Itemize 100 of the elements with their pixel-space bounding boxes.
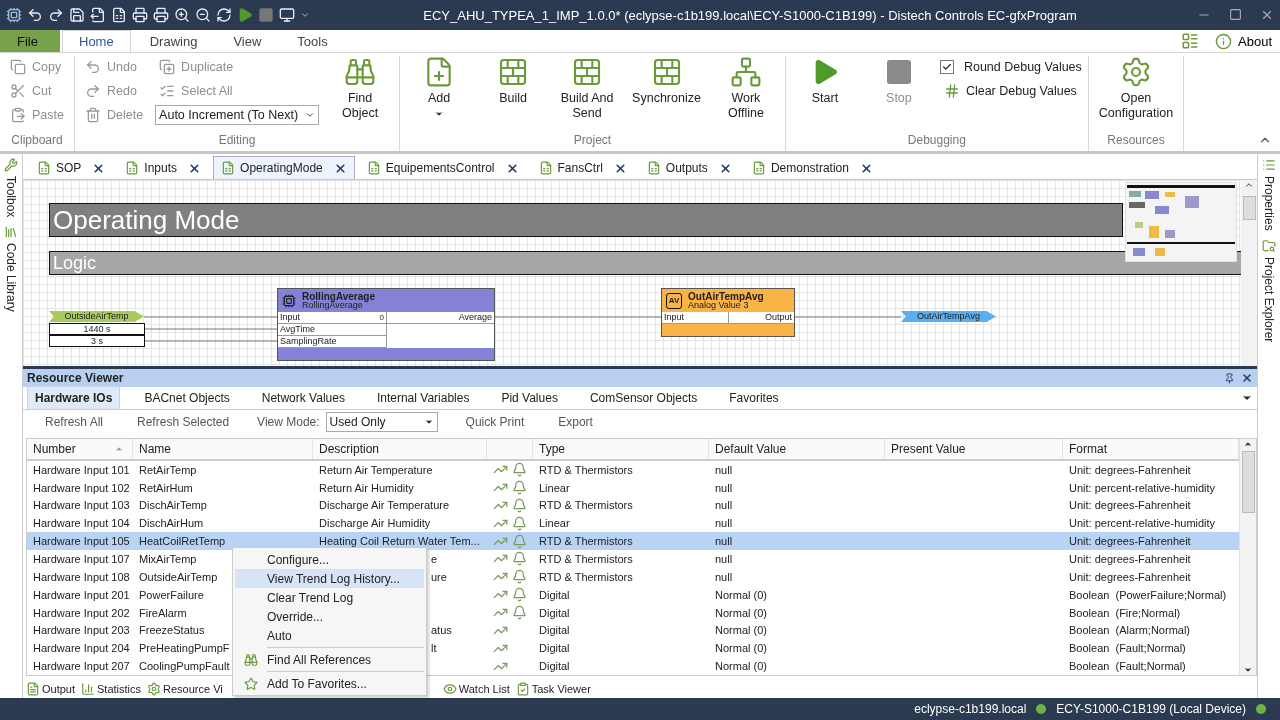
scroll-up-icon[interactable]: [1244, 180, 1254, 190]
close-icon[interactable]: [718, 161, 732, 175]
bell-icon[interactable]: [512, 551, 527, 567]
ribbon-button[interactable]: Build And Send: [554, 56, 621, 121]
scrollbar-thumb[interactable]: [1242, 196, 1256, 220]
column-header[interactable]: Description: [313, 439, 487, 459]
ribbon-button[interactable]: Build: [480, 56, 547, 106]
viewer-tab[interactable]: ComSensor Objects: [581, 386, 706, 409]
wrench-icon: [4, 158, 18, 172]
menu-item[interactable]: View Trend Log History...: [235, 569, 424, 588]
document-icon: [538, 161, 553, 175]
file-icon[interactable]: [111, 7, 127, 23]
bell-icon[interactable]: [512, 462, 527, 478]
ribbon-tab[interactable]: View: [216, 30, 279, 52]
panel-tab[interactable]: Statistics: [81, 682, 142, 696]
column-header[interactable]: Number: [27, 439, 133, 459]
panel-title: Resource Viewer: [27, 371, 125, 385]
undo-icon[interactable]: [27, 7, 43, 23]
table-cell-text: DischAirHum: [138, 517, 205, 530]
panel-tab[interactable]: Watch List: [442, 682, 510, 696]
column-header[interactable]: Type: [533, 439, 709, 459]
save-icon[interactable]: [69, 7, 85, 23]
bell-icon[interactable]: [512, 480, 527, 496]
viewer-tab[interactable]: Internal Variables: [368, 386, 478, 409]
bell-icon[interactable]: [512, 515, 527, 531]
table-cell-text: Hardware Input 204: [32, 642, 131, 655]
bell-icon[interactable]: [512, 569, 527, 585]
viewer-tab[interactable]: Favorites: [721, 386, 787, 409]
about-button[interactable]: About: [1207, 30, 1280, 52]
checkbox[interactable]: [939, 60, 954, 74]
pin-icon[interactable]: [1224, 372, 1235, 384]
ribbon-button[interactable]: Add: [406, 56, 473, 119]
bell-icon[interactable]: [512, 587, 527, 603]
column-header[interactable]: Present Value: [885, 439, 1063, 459]
zoom-in-icon[interactable]: [174, 7, 190, 23]
close-icon[interactable]: [505, 161, 519, 175]
table-cell-text: HeatCoilRetTemp: [138, 535, 227, 548]
ribbon-button[interactable]: Start: [791, 56, 858, 106]
close-icon[interactable]: [333, 161, 347, 175]
panel-tab[interactable]: Output: [26, 682, 76, 696]
port-label: Average: [458, 312, 492, 323]
menu-item[interactable]: Clear Trend Log: [235, 588, 424, 607]
side-panel-tab[interactable]: Properties: [1259, 158, 1279, 231]
table-cell-text: Hardware Input 203: [32, 624, 131, 637]
close-icon[interactable]: [613, 161, 627, 175]
ribbon-tab[interactable]: Drawing: [132, 30, 215, 52]
menu-item[interactable]: Override...: [235, 607, 424, 626]
view-mode-dropdown[interactable]: Used Only: [325, 412, 438, 432]
side-panel-tab[interactable]: Toolbox: [1, 158, 21, 218]
export-button[interactable]: Export: [552, 414, 599, 430]
scrollbar-thumb[interactable]: [1241, 451, 1255, 513]
ribbon-button[interactable]: Find Object: [327, 56, 394, 121]
file-export-icon[interactable]: [90, 7, 106, 23]
menu-item[interactable]: Auto: [235, 626, 424, 645]
redo-icon[interactable]: [48, 7, 64, 23]
refresh-selected-button[interactable]: Refresh Selected: [131, 414, 236, 430]
file-menu-tab[interactable]: File: [0, 30, 60, 52]
ribbon-tab[interactable]: Home: [62, 30, 131, 52]
ribbon-button[interactable]: Open Configuration: [1094, 56, 1178, 121]
close-icon[interactable]: [1260, 8, 1274, 22]
layout-icon[interactable]: [1181, 32, 1199, 50]
scroll-down-icon[interactable]: [1243, 665, 1253, 675]
bell-icon[interactable]: [512, 605, 527, 620]
round-debug-checkbox[interactable]: Round Debug Values: [939, 56, 1082, 78]
viewer-tab[interactable]: Network Values: [253, 386, 353, 409]
column-header[interactable]: Name: [133, 439, 313, 459]
zoom-out-icon[interactable]: [195, 7, 211, 23]
side-panel-tab[interactable]: Code Library: [1, 225, 21, 313]
play-icon[interactable]: [237, 7, 253, 23]
refresh-all-button[interactable]: Refresh All: [39, 414, 110, 430]
ribbon-button[interactable]: Synchronize: [628, 56, 705, 106]
table-cell: ure: [431, 570, 447, 583]
quick-print-button[interactable]: Quick Print: [459, 414, 531, 430]
bell-icon[interactable]: [512, 497, 527, 513]
ribbon-button[interactable]: Clear Debug Values: [939, 80, 1082, 102]
viewer-tab[interactable]: Pid Values: [493, 386, 566, 409]
side-panel-tab[interactable]: Project Explorer: [1259, 238, 1279, 343]
panel-tab[interactable]: Resource Vi: [147, 682, 223, 696]
monitor-icon[interactable]: [279, 7, 295, 23]
close-icon[interactable]: [859, 161, 873, 175]
table-cell-text: Boolean (PowerFailure;Normal): [1068, 588, 1228, 601]
maximize-icon[interactable]: [1229, 8, 1242, 21]
increment-dropdown[interactable]: Auto Increment (To Next): [155, 105, 320, 125]
viewer-tab[interactable]: Hardware IOs: [27, 386, 121, 409]
refresh-icon[interactable]: [216, 7, 232, 23]
stop-icon[interactable]: [258, 7, 274, 23]
ribbon-tab[interactable]: Tools: [280, 30, 345, 52]
menu-item[interactable]: Add To Favorites...: [235, 674, 424, 693]
panel-tab[interactable]: Task Viewer: [515, 682, 591, 696]
close-icon[interactable]: [1241, 372, 1253, 384]
viewer-tab[interactable]: BACnet Objects: [136, 386, 238, 409]
column-header[interactable]: Default Value: [709, 439, 885, 459]
print-icon[interactable]: [153, 7, 169, 23]
document-tab[interactable]: OperatingMode: [213, 156, 355, 179]
ribbon-button[interactable]: Work Offline: [712, 56, 779, 121]
menu-item[interactable]: Configure...: [235, 550, 424, 569]
table-cell-text: Unit: percent-relative-humidity: [1068, 517, 1217, 530]
menu-item[interactable]: Find All References: [235, 650, 424, 669]
scroll-up-icon[interactable]: [1243, 439, 1253, 449]
table-cell-text: RTD & Thermistors: [538, 535, 634, 548]
